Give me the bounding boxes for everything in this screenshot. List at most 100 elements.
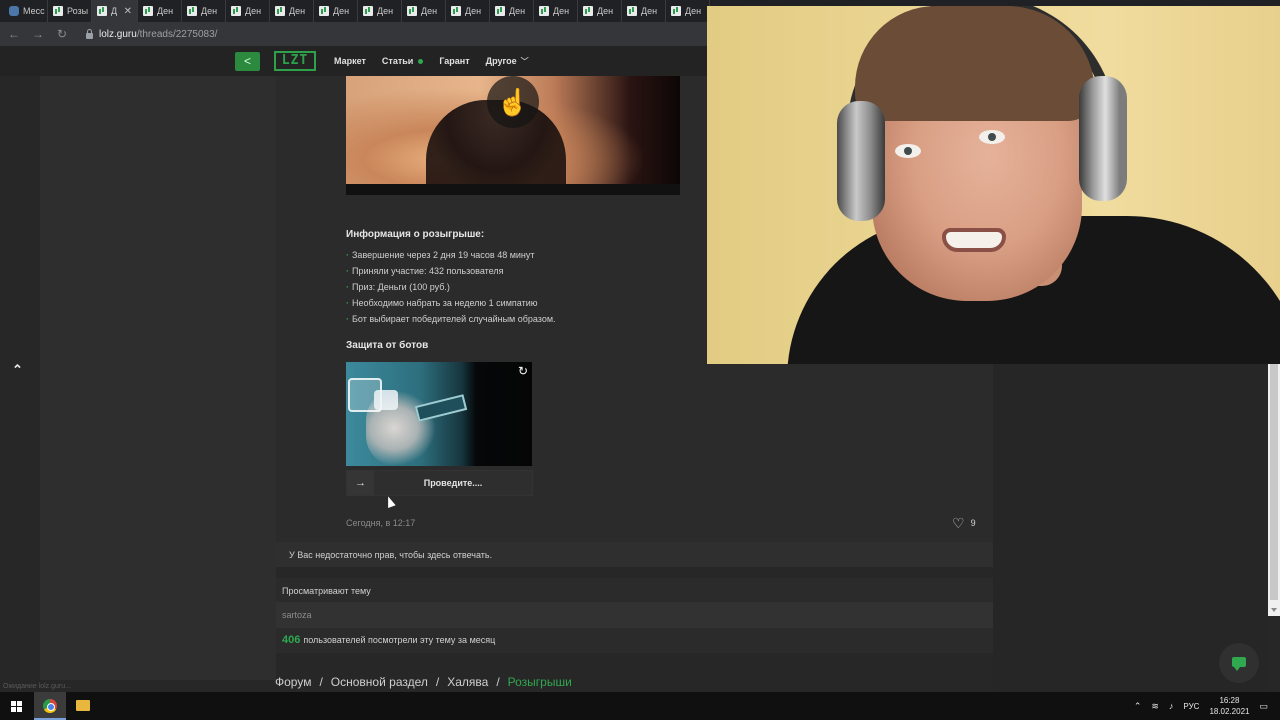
breadcrumb-separator: / bbox=[496, 675, 500, 689]
browser-tab-label: Ден bbox=[377, 6, 394, 16]
volume-icon[interactable]: ♪ bbox=[1169, 701, 1174, 711]
scroll-down-arrow-icon[interactable] bbox=[1271, 608, 1277, 612]
tray-chevron-up-icon[interactable]: ⌃ bbox=[1134, 701, 1142, 712]
forward-arrow-icon[interactable]: → bbox=[32, 27, 44, 41]
taskbar-time: 16:28 bbox=[1219, 696, 1240, 705]
lolz-icon bbox=[53, 6, 63, 16]
browser-tab-label: Ден bbox=[465, 6, 482, 16]
browser-tab[interactable]: Ден bbox=[490, 0, 534, 22]
views-text: пользователей посмотрели эту тему за мес… bbox=[303, 635, 496, 645]
reload-icon[interactable]: ↻ bbox=[56, 27, 68, 41]
browser-tab[interactable]: Ден bbox=[314, 0, 358, 22]
lolz-icon bbox=[539, 6, 549, 16]
breadcrumb-item-freebies[interactable]: Халява bbox=[447, 675, 488, 689]
browser-tab[interactable]: Ден bbox=[534, 0, 578, 22]
no-reply-notice: У Вас недостаточно прав, чтобы здесь отв… bbox=[276, 542, 993, 567]
like-button[interactable]: ♡ 9 bbox=[952, 515, 976, 531]
breadcrumb-item-forum[interactable]: Форум bbox=[275, 675, 311, 689]
chevron-left-icon: < bbox=[243, 54, 251, 68]
browser-tab[interactable]: Ден bbox=[622, 0, 666, 22]
back-arrow-icon[interactable]: ← bbox=[8, 27, 20, 41]
chat-button[interactable] bbox=[1219, 643, 1259, 683]
viewers-block: Просматривают тему sartoza 406 пользовате… bbox=[276, 578, 993, 653]
lock-icon bbox=[86, 28, 93, 39]
browser-tab[interactable]: Ден bbox=[402, 0, 446, 22]
no-reply-text: У Вас недостаточно прав, чтобы здесь отв… bbox=[289, 550, 493, 560]
taskbar-date: 18.02.2021 bbox=[1209, 707, 1250, 716]
browser-tab[interactable]: Розы bbox=[48, 0, 92, 22]
browser-tab-label: Ден bbox=[641, 6, 658, 16]
bot-protection-title: Защита от ботов bbox=[346, 340, 429, 351]
browser-tab[interactable]: Ден bbox=[446, 0, 490, 22]
breadcrumb-item-main[interactable]: Основной раздел bbox=[331, 675, 428, 689]
browser-tab[interactable]: Ден bbox=[182, 0, 226, 22]
lolz-icon bbox=[187, 6, 197, 16]
menu-item-articles-label: Статьи bbox=[381, 56, 414, 66]
mouse-cursor-icon bbox=[384, 494, 396, 509]
slider-label: Проведите.... bbox=[423, 478, 483, 488]
lolz-icon bbox=[495, 6, 505, 16]
scroll-to-top-icon[interactable]: ⌃ bbox=[12, 362, 23, 378]
post-image[interactable]: ☝ bbox=[346, 76, 680, 195]
lolz-icon bbox=[627, 6, 637, 16]
language-indicator[interactable]: РУС bbox=[1183, 702, 1199, 711]
back-button[interactable]: < bbox=[235, 52, 260, 71]
browser-tab[interactable]: Ден bbox=[358, 0, 402, 22]
windows-start-icon[interactable] bbox=[11, 701, 22, 712]
slider-handle[interactable]: → bbox=[347, 471, 374, 495]
breadcrumb-separator: / bbox=[319, 675, 323, 689]
lolz-icon bbox=[407, 6, 417, 16]
vk-icon bbox=[9, 6, 19, 16]
browser-tab[interactable]: Меcс bbox=[4, 0, 48, 22]
views-number: 406 bbox=[282, 634, 301, 646]
menu-item-articles[interactable]: Статьи bbox=[381, 56, 424, 66]
puzzle-piece[interactable] bbox=[374, 390, 398, 410]
menu-item-guarantor[interactable]: Гарант bbox=[439, 56, 469, 66]
heart-icon: ♡ bbox=[952, 515, 965, 531]
browser-tab[interactable]: Ден bbox=[270, 0, 314, 22]
refresh-icon[interactable]: ↻ bbox=[518, 364, 528, 378]
browser-tab[interactable]: Ден bbox=[138, 0, 182, 22]
giveaway-info-title: Информация о розыгрыше: bbox=[346, 229, 485, 240]
browser-tab-label: Ден bbox=[245, 6, 262, 16]
wifi-icon[interactable]: ≋ bbox=[1151, 701, 1159, 712]
breadcrumb-item-giveaways[interactable]: Розыгрыши bbox=[508, 675, 572, 689]
chrome-taskbar-icon[interactable] bbox=[34, 692, 66, 720]
browser-status-text: Ожидание lolz.guru... bbox=[3, 683, 71, 690]
viewer-username[interactable]: sartoza bbox=[282, 610, 312, 620]
arrow-right-icon: → bbox=[355, 477, 366, 489]
browser-tab[interactable]: Д ✕ bbox=[92, 0, 138, 22]
lolz-icon bbox=[671, 6, 681, 16]
webcam-hair bbox=[855, 6, 1095, 121]
like-count: 9 bbox=[970, 518, 976, 528]
url-path: /threads/2275083/ bbox=[136, 28, 218, 40]
list-item: Необходимо набрать за неделю 1 симпатию bbox=[346, 297, 556, 313]
browser-tab-label: Ден bbox=[553, 6, 570, 16]
list-item: Приз: Деньги (100 руб.) bbox=[346, 281, 556, 297]
menu-item-market[interactable]: Маркет bbox=[334, 56, 366, 66]
browser-tab[interactable]: Ден bbox=[578, 0, 622, 22]
notifications-icon[interactable]: ▭ bbox=[1259, 701, 1268, 712]
url-host: lolz.guru bbox=[99, 28, 137, 40]
post-timestamp: Сегодня, в 12:17 bbox=[346, 518, 416, 528]
new-indicator-dot bbox=[418, 59, 424, 65]
menu-item-other-label: Другое bbox=[485, 55, 517, 66]
file-explorer-icon[interactable] bbox=[76, 700, 90, 711]
close-tab-icon[interactable]: ✕ bbox=[124, 6, 132, 17]
lolz-icon bbox=[97, 6, 107, 16]
url-field[interactable]: lolz.guru/threads/2275083/ bbox=[86, 28, 218, 40]
captcha-slider[interactable]: → Проведите.... bbox=[346, 470, 533, 496]
views-count: 406 пользователей посмотрели эту тему за … bbox=[282, 634, 495, 646]
windows-taskbar: ⌃ ≋ ♪ РУС 16:28 18.02.2021 ▭ bbox=[0, 692, 1280, 720]
site-logo[interactable]: LZT bbox=[274, 51, 316, 71]
lolz-icon bbox=[583, 6, 593, 16]
headphone-left bbox=[837, 101, 885, 221]
menu-item-other[interactable]: Другое ﹀ bbox=[486, 56, 529, 67]
taskbar-clock[interactable]: 16:28 18.02.2021 bbox=[1209, 695, 1249, 717]
lolz-icon bbox=[319, 6, 329, 16]
browser-tab-label: Ден bbox=[333, 6, 350, 16]
lolz-icon bbox=[143, 6, 153, 16]
browser-tab[interactable]: Ден bbox=[226, 0, 270, 22]
list-item: Завершение через 2 дня 19 часов 48 минут bbox=[346, 249, 556, 265]
browser-tab[interactable]: Ден bbox=[666, 0, 710, 22]
